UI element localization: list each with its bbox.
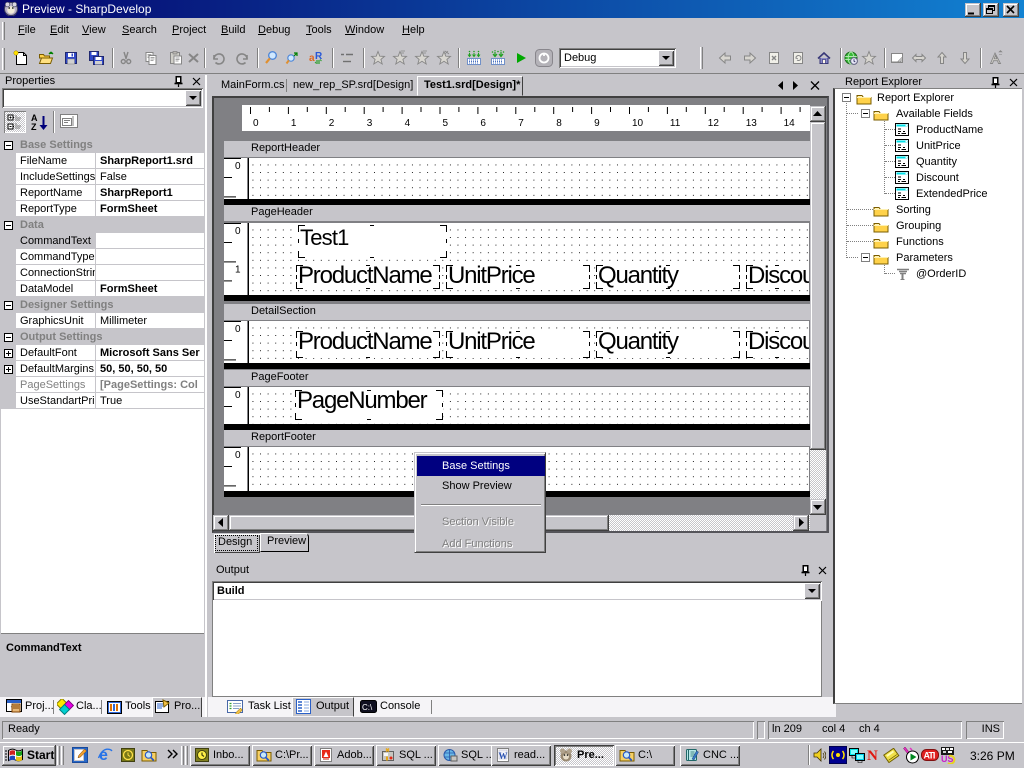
svg-text:0: 0: [235, 161, 241, 172]
svg-text:4: 4: [405, 118, 411, 129]
svg-text:N: N: [867, 748, 878, 763]
svg-text:0: 0: [235, 324, 241, 335]
svg-text:6: 6: [480, 118, 486, 129]
svg-text:R: R: [315, 51, 323, 62]
svg-text:3: 3: [367, 118, 373, 129]
svg-text:0: 0: [253, 118, 259, 129]
svg-text:2: 2: [329, 118, 335, 129]
svg-text:C:\: C:\: [362, 703, 373, 712]
svg-text:5: 5: [443, 118, 449, 129]
svg-text:7: 7: [518, 118, 524, 129]
svg-text:1: 1: [291, 118, 297, 129]
svg-text:8: 8: [556, 118, 562, 129]
svg-text:14: 14: [784, 118, 796, 129]
svg-text:9: 9: [594, 118, 600, 129]
svg-text:1: 1: [235, 264, 241, 275]
svg-text:0: 0: [235, 226, 241, 237]
svg-text:0: 0: [235, 450, 241, 461]
svg-text:13: 13: [746, 118, 758, 129]
svg-text:0: 0: [235, 390, 241, 401]
svg-text:11: 11: [670, 118, 681, 129]
svg-text:10: 10: [632, 118, 644, 129]
svg-text:ATI: ATI: [924, 751, 935, 761]
svg-text:Z: Z: [31, 122, 37, 131]
svg-text:W: W: [499, 751, 508, 761]
svg-text:12: 12: [708, 118, 720, 129]
